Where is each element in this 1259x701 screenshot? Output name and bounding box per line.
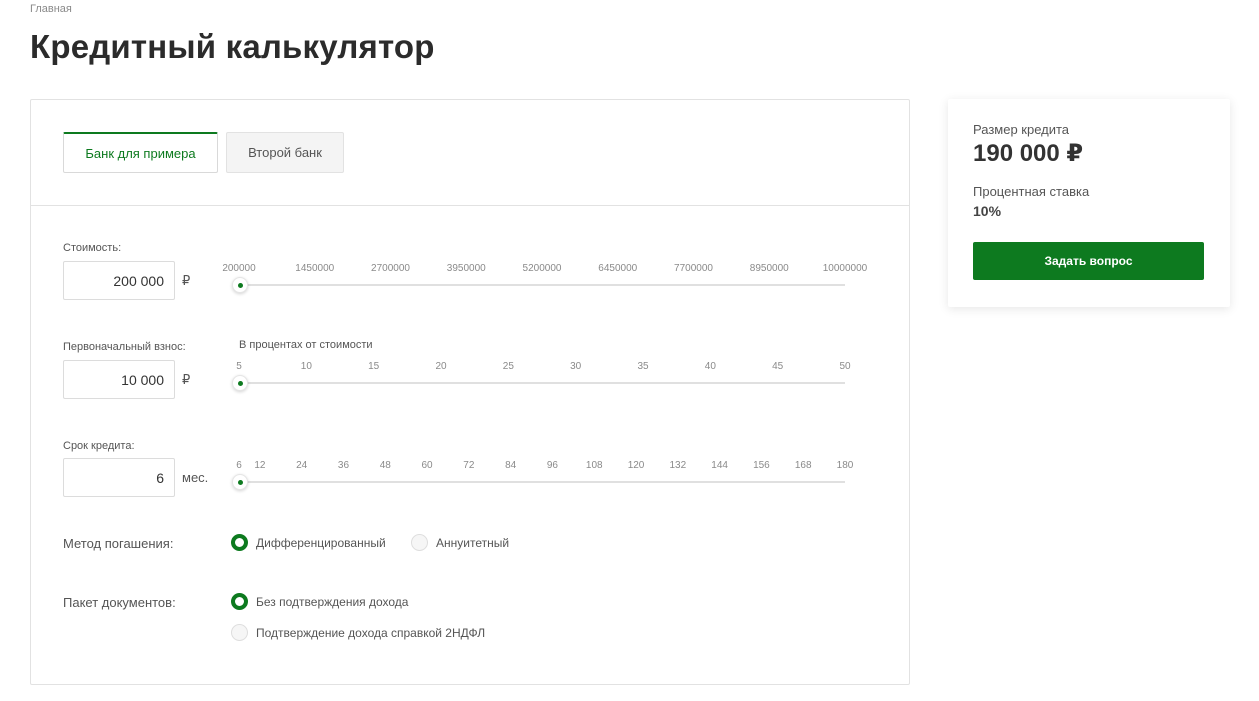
cost-tick: 6450000 (598, 263, 638, 274)
repayment-differentiated-label: Дифференцированный (256, 535, 386, 550)
ask-question-button[interactable]: Задать вопрос (973, 242, 1204, 280)
down-payment-tick: 30 (570, 361, 582, 372)
cost-tick: 3950000 (446, 263, 486, 274)
down-payment-tick: 10 (300, 361, 312, 372)
repayment-annuity-label: Аннуитетный (436, 535, 510, 550)
term-slider-thumb[interactable] (232, 474, 248, 490)
term-tick: 180 (836, 460, 854, 471)
down-payment-tick: 40 (704, 361, 716, 372)
down-payment-slider[interactable]: 5 10 15 20 25 30 35 40 45 50 (232, 361, 851, 391)
down-payment-tick: 25 (502, 361, 514, 372)
down-payment-unit: ₽ (182, 372, 191, 387)
cost-tick: 8950000 (749, 263, 789, 274)
radio-unselected-icon (411, 534, 428, 551)
summary-card: Размер кредита 190 000 ₽ Процентная став… (948, 99, 1230, 307)
term-slider[interactable]: 6 12 24 36 48 60 72 84 96 108 120 132 144 156 168 180 (232, 460, 853, 490)
down-payment-slider-ticks: 5 10 15 20 25 30 35 40 45 50 (236, 361, 850, 375)
term-tick: 120 (627, 460, 645, 471)
documents-no-proof-radio[interactable]: Без подтверждения дохода (231, 593, 408, 610)
repayment-differentiated-radio[interactable]: Дифференцированный (231, 534, 386, 551)
cost-tick: 10000000 (822, 263, 868, 274)
page-title: Кредитный калькулятор (30, 28, 435, 65)
documents-2ndfl-radio[interactable]: Подтверждение дохода справкой 2НДФЛ (231, 624, 485, 641)
term-tick: 12 (254, 460, 266, 471)
repayment-annuity-radio[interactable]: Аннуитетный (411, 534, 509, 551)
interest-rate-label: Процентная ставка (973, 184, 1090, 199)
down-payment-label: Первоначальный взнос: (63, 341, 186, 353)
down-payment-tick: 15 (368, 361, 380, 372)
documents-label: Пакет документов: (63, 595, 176, 610)
down-payment-slider-thumb-dot (237, 380, 243, 386)
term-tick: 24 (296, 460, 308, 471)
cost-tick: 1450000 (295, 263, 335, 274)
term-tick: 36 (337, 460, 350, 471)
term-slider-thumb-dot (237, 479, 243, 485)
documents-2ndfl-label: Подтверждение дохода справкой 2НДФЛ (256, 625, 486, 640)
down-payment-slider-thumb[interactable] (232, 375, 248, 391)
tab-example-bank[interactable]: Банк для примера (63, 132, 218, 173)
term-unit: мес. (182, 470, 209, 485)
cost-label: Стоимость: (63, 242, 122, 254)
cost-slider-thumb[interactable] (232, 277, 248, 293)
down-payment-tick: 45 (772, 361, 784, 372)
cost-tick: 2700000 (371, 263, 410, 274)
term-tick: 6 (236, 460, 242, 471)
term-slider-track[interactable] (239, 481, 845, 483)
loan-amount-label: Размер кредита (973, 122, 1070, 137)
down-payment-tick: 5 (236, 361, 242, 372)
repayment-method-label: Метод погашения: (63, 536, 174, 551)
down-payment-tick: 50 (839, 361, 851, 372)
term-tick: 156 (753, 460, 770, 471)
radio-unselected-icon (231, 624, 248, 641)
term-label: Срок кредита: (63, 440, 135, 452)
term-tick: 84 (505, 460, 517, 471)
breadcrumb[interactable]: Главная (30, 3, 72, 15)
cost-slider-thumb-dot (237, 282, 243, 288)
term-tick: 108 (585, 460, 603, 471)
term-tick: 144 (711, 460, 728, 471)
term-tick: 60 (421, 460, 433, 471)
bank-tabs: Банк для примера Второй банк (31, 100, 909, 206)
term-tick: 72 (463, 460, 475, 471)
term-tick: 168 (794, 460, 812, 471)
cost-tick: 200000 (222, 263, 256, 274)
cost-tick: 7700000 (674, 263, 713, 274)
down-payment-tick: 35 (637, 361, 649, 372)
down-payment-input[interactable]: 10 000 (63, 360, 175, 399)
tab-second-bank[interactable]: Второй банк (226, 132, 344, 173)
cost-slider-track[interactable] (239, 284, 845, 286)
documents-no-proof-label: Без подтверждения дохода (256, 594, 409, 609)
cost-tick: 5200000 (522, 263, 562, 274)
cost-slider[interactable]: 200000 1450000 2700000 3950000 5200000 645000… (222, 263, 867, 293)
term-tick: 96 (546, 460, 558, 471)
term-tick: 132 (669, 460, 687, 471)
interest-rate-value: 10% (973, 203, 1002, 219)
term-input[interactable]: 6 (63, 458, 175, 497)
radio-selected-icon (231, 534, 248, 551)
cost-slider-ticks: 200000 1450000 2700000 3950000 5200000 645000… (222, 263, 867, 277)
term-tick: 48 (379, 460, 391, 471)
term-slider-ticks: 6 12 24 36 48 60 72 84 96 108 120 132 144 156 168 180 (236, 460, 853, 474)
calculator-card: Банк для примера Второй банк Стоимость: … (30, 99, 910, 685)
loan-amount-value: 190 000 ₽ (973, 140, 1084, 167)
down-payment-slider-track[interactable] (239, 382, 845, 384)
down-payment-sublabel: В процентах от стоимости (239, 339, 373, 351)
down-payment-tick: 20 (435, 361, 447, 372)
cost-unit: ₽ (182, 273, 191, 288)
cost-input[interactable]: 200 000 (63, 261, 175, 300)
radio-selected-icon (231, 593, 248, 610)
